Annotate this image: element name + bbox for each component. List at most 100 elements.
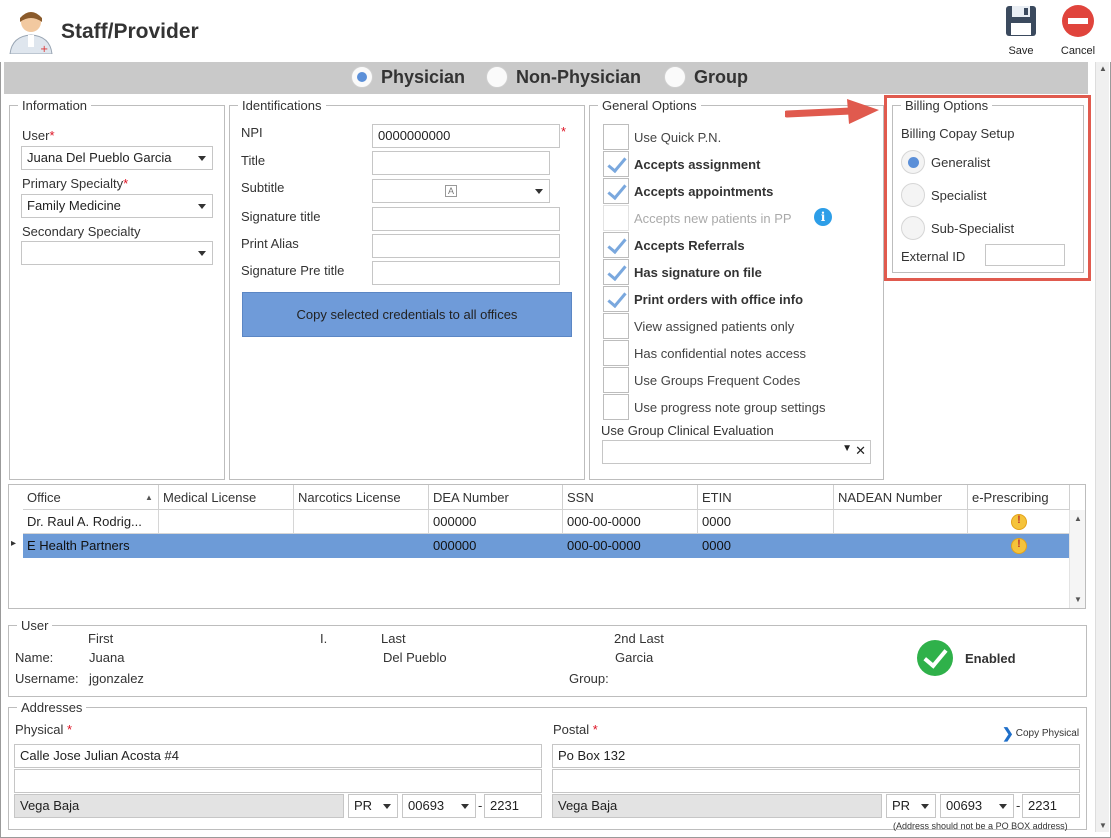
username-label: Username:	[15, 671, 79, 686]
copy-physical-button[interactable]: ❯ Copy Physical	[1002, 725, 1079, 742]
option-checkbox[interactable]	[603, 178, 629, 204]
npi-input[interactable]: 0000000000	[372, 124, 560, 148]
subtitle-select[interactable]: A	[372, 179, 550, 203]
option-checkbox[interactable]	[603, 151, 629, 177]
chevron-down-icon[interactable]: ▼	[842, 443, 852, 454]
primary-specialty-select[interactable]: Family Medicine	[21, 194, 213, 218]
option-label: Has signature on file	[634, 265, 762, 280]
radio-specialist[interactable]	[901, 183, 925, 207]
option-checkbox[interactable]	[603, 367, 629, 393]
postal-line1-input[interactable]: Po Box 132	[552, 744, 1080, 768]
table-cell[interactable]	[834, 534, 968, 558]
radio-sub-specialist[interactable]	[901, 216, 925, 240]
postal-zip-select[interactable]: 00693	[940, 794, 1014, 818]
grid-column-header[interactable]: NADEAN Number	[834, 485, 968, 510]
grid-column-header[interactable]: Office	[23, 485, 159, 510]
title-label: Title	[241, 153, 266, 168]
primary-specialty-label: Primary Specialty*	[22, 176, 129, 191]
npi-label: NPI	[241, 125, 263, 140]
physical-city-input[interactable]: Vega Baja	[14, 794, 344, 818]
scroll-down-icon[interactable]: ▼	[1099, 821, 1107, 830]
postal-state-select[interactable]: PR	[886, 794, 936, 818]
billing-options-legend: Billing Options	[905, 98, 989, 113]
name-label: Name:	[15, 650, 54, 665]
radio-group[interactable]: Group	[664, 66, 748, 88]
postal-city-input[interactable]: Vega Baja	[552, 794, 882, 818]
table-cell[interactable]: 0000	[698, 510, 834, 534]
scroll-up-icon[interactable]: ▲	[1099, 64, 1107, 73]
option-checkbox[interactable]	[603, 340, 629, 366]
option-checkbox	[603, 205, 629, 231]
secondary-specialty-select[interactable]	[21, 241, 213, 265]
warning-icon	[1011, 514, 1027, 530]
provider-type-bar: Physician Non-Physician Group	[4, 62, 1088, 94]
table-cell[interactable]	[294, 510, 429, 534]
annotation-arrow-icon	[785, 99, 879, 124]
scroll-down-icon[interactable]: ▼	[1074, 595, 1082, 604]
table-cell[interactable]: 000-00-0000	[563, 534, 698, 558]
option-checkbox[interactable]	[603, 286, 629, 312]
option-label: Use progress note group settings	[634, 400, 826, 415]
grid-scrollbar[interactable]: ▲ ▼	[1069, 510, 1085, 608]
signature-pre-title-input[interactable]	[372, 261, 560, 285]
radio-generalist-label: Generalist	[931, 155, 991, 170]
grid-column-header[interactable]: SSN	[563, 485, 698, 510]
sort-ascending-icon: ▲	[145, 493, 153, 502]
table-cell[interactable]	[159, 510, 294, 534]
radio-dot	[664, 66, 686, 88]
grid-column-header[interactable]: DEA Number	[429, 485, 563, 510]
external-id-label: External ID	[901, 249, 966, 264]
clear-icon[interactable]: ✕	[855, 443, 866, 459]
table-cell[interactable]: 0000	[698, 534, 834, 558]
physical-state-select[interactable]: PR	[348, 794, 398, 818]
option-label: Accepts new patients in PP	[634, 211, 792, 226]
table-cell[interactable]: 000000	[429, 510, 563, 534]
option-checkbox[interactable]	[603, 313, 629, 339]
signature-title-label: Signature title	[241, 209, 321, 224]
table-cell[interactable]	[834, 510, 968, 534]
table-cell[interactable]: E Health Partners	[23, 534, 159, 558]
postal-zip4-input[interactable]: 2231	[1022, 794, 1080, 818]
clinical-eval-select[interactable]: ▼ ✕	[602, 440, 871, 464]
grid-column-header[interactable]: Narcotics License	[294, 485, 429, 510]
radio-physician[interactable]: Physician	[351, 66, 465, 88]
first-header: First	[88, 631, 114, 646]
physical-line1-input[interactable]: Calle Jose Julian Acosta #4	[14, 744, 542, 768]
signature-pre-title-label: Signature Pre title	[241, 263, 345, 278]
radio-non-physician[interactable]: Non-Physician	[486, 66, 641, 88]
copy-credentials-button[interactable]: Copy selected credentials to all offices	[242, 292, 572, 337]
grid-column-header[interactable]: e-Prescribing	[968, 485, 1070, 510]
radio-generalist[interactable]	[901, 150, 925, 174]
grid-column-header[interactable]: ETIN	[698, 485, 834, 510]
window-scrollbar[interactable]: ▲ ▼	[1095, 62, 1109, 832]
physical-zip-select[interactable]: 00693	[402, 794, 476, 818]
info-icon[interactable]: i	[814, 208, 832, 226]
save-button[interactable]: Save	[1003, 4, 1039, 57]
option-checkbox[interactable]	[603, 232, 629, 258]
physical-line2-input[interactable]	[14, 769, 542, 793]
group-label: Group:	[569, 671, 609, 686]
postal-line2-input[interactable]	[552, 769, 1080, 793]
grid-column-header[interactable]: Medical License	[159, 485, 294, 510]
signature-title-input[interactable]	[372, 207, 560, 231]
user-select[interactable]: Juana Del Pueblo Garcia	[21, 146, 213, 170]
table-cell[interactable]	[294, 534, 429, 558]
physical-zip4-input[interactable]: 2231	[484, 794, 542, 818]
table-cell[interactable]: Dr. Raul A. Rodrig...	[23, 510, 159, 534]
cancel-button[interactable]: Cancel	[1058, 4, 1098, 57]
general-options-legend: General Options	[602, 98, 697, 113]
physical-label: Physical *	[15, 722, 73, 737]
print-alias-input[interactable]	[372, 234, 560, 258]
option-checkbox[interactable]	[603, 394, 629, 420]
option-label: Accepts appointments	[634, 184, 774, 199]
floppy-disk-icon	[1006, 6, 1036, 36]
scroll-up-icon[interactable]: ▲	[1074, 514, 1082, 523]
title-input[interactable]	[372, 151, 550, 175]
table-cell[interactable]: 000-00-0000	[563, 510, 698, 534]
option-checkbox[interactable]	[603, 124, 629, 150]
title-bar: + Staff/Provider Save Cancel	[0, 0, 1111, 62]
table-cell[interactable]	[159, 534, 294, 558]
external-id-input[interactable]	[985, 244, 1065, 266]
table-cell[interactable]: 000000	[429, 534, 563, 558]
option-checkbox[interactable]	[603, 259, 629, 285]
